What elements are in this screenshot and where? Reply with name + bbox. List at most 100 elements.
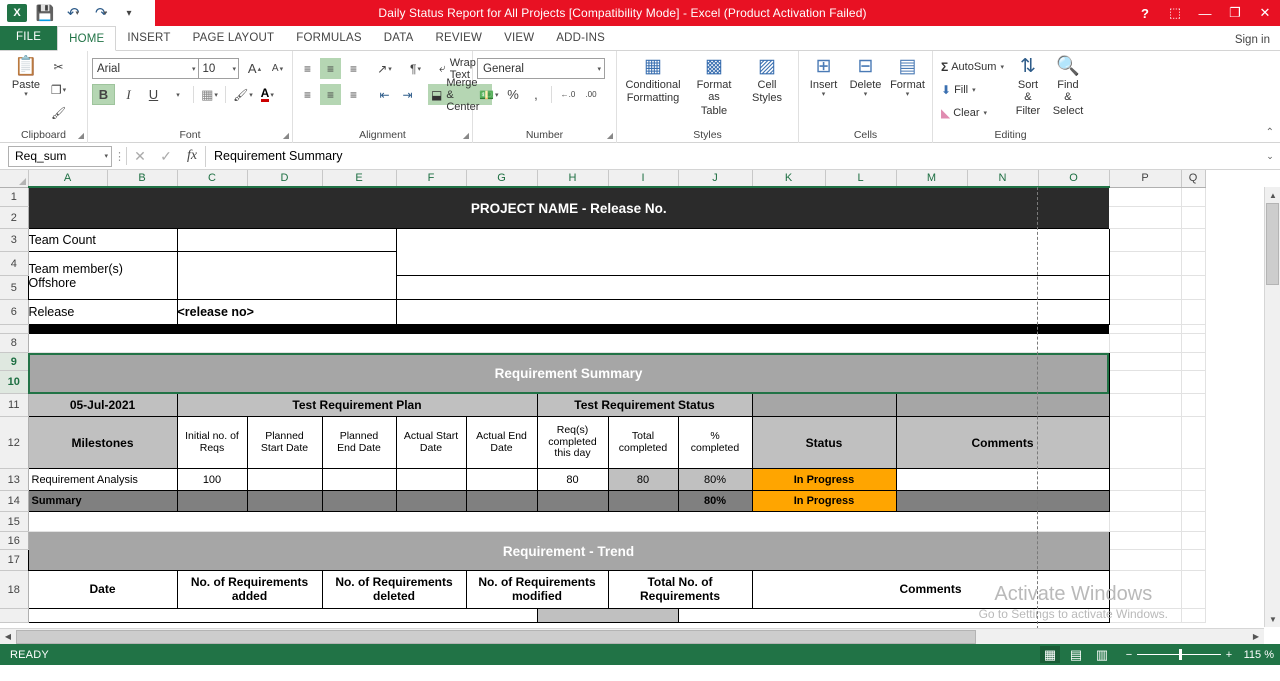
underline-dropdown[interactable]: ▾ bbox=[167, 84, 188, 105]
zoom-slider[interactable]: − + bbox=[1124, 649, 1234, 661]
trend-data-blank-right[interactable] bbox=[678, 609, 1109, 623]
row-total-completed[interactable]: 80 bbox=[608, 469, 678, 491]
status-group-blank[interactable] bbox=[752, 394, 896, 417]
cell-q2[interactable] bbox=[1181, 207, 1205, 229]
header-total-completed[interactable]: Total completed bbox=[608, 417, 678, 469]
accounting-format-button[interactable]: 💵▾ bbox=[477, 84, 500, 105]
vertical-scrollbar[interactable]: ▲ ▼ bbox=[1264, 187, 1280, 627]
zoom-in-button[interactable]: + bbox=[1224, 649, 1234, 661]
tab-review[interactable]: REVIEW bbox=[425, 26, 494, 50]
scroll-left-button[interactable]: ◀ bbox=[0, 629, 16, 645]
zoom-thumb[interactable] bbox=[1179, 649, 1182, 660]
tab-insert[interactable]: INSERT bbox=[116, 26, 181, 50]
cell-q19[interactable] bbox=[1181, 609, 1205, 623]
select-all-corner[interactable] bbox=[0, 170, 28, 187]
column-header-n[interactable]: N bbox=[967, 170, 1038, 187]
cell-p3[interactable] bbox=[1109, 229, 1181, 252]
clear-button[interactable]: ◣Clear▾ bbox=[937, 102, 1008, 123]
row-header-4[interactable]: 4 bbox=[0, 252, 28, 276]
header-actual-end[interactable]: Actual End Date bbox=[466, 417, 537, 469]
cell-p17[interactable] bbox=[1109, 550, 1181, 571]
view-normal-button[interactable]: ▦ bbox=[1040, 646, 1060, 663]
row-header-12[interactable]: 12 bbox=[0, 417, 28, 469]
info-right-blank-2[interactable] bbox=[396, 276, 1109, 300]
trend-header-deleted[interactable]: No. of Requirements deleted bbox=[322, 571, 466, 609]
row-status-badge[interactable]: In Progress bbox=[752, 469, 896, 491]
summary-planned-start[interactable] bbox=[247, 491, 322, 512]
row-reqs-this-day[interactable]: 80 bbox=[537, 469, 608, 491]
row-header-13[interactable]: 13 bbox=[0, 469, 28, 491]
row-header-3[interactable]: 3 bbox=[0, 229, 28, 252]
column-header-d[interactable]: D bbox=[247, 170, 322, 187]
view-page-break-button[interactable]: ▥ bbox=[1092, 646, 1112, 663]
column-header-e[interactable]: E bbox=[322, 170, 396, 187]
zoom-track[interactable] bbox=[1137, 654, 1221, 655]
row-header-10[interactable]: 10 bbox=[0, 371, 28, 394]
format-as-table-button[interactable]: ▩ Format as Table bbox=[685, 54, 743, 129]
summary-actual-end[interactable] bbox=[466, 491, 537, 512]
customize-qat-icon[interactable]: ▾ bbox=[116, 2, 142, 24]
horizontal-scroll-track[interactable] bbox=[16, 629, 1248, 645]
increase-font-size-button[interactable]: A▴ bbox=[244, 58, 265, 79]
clipboard-dialog-launcher[interactable]: ◢ bbox=[78, 131, 84, 140]
font-dialog-launcher[interactable]: ◢ bbox=[283, 131, 289, 140]
expand-formula-bar-button[interactable]: ⌄ bbox=[1260, 146, 1280, 167]
release-value[interactable]: <release no> bbox=[177, 300, 396, 325]
bold-button[interactable]: B bbox=[92, 84, 115, 105]
number-format-select[interactable]: General ▾ bbox=[477, 58, 605, 79]
blank-row-8[interactable] bbox=[28, 334, 1109, 353]
row-header-7[interactable] bbox=[0, 325, 28, 334]
italic-button[interactable]: I bbox=[117, 84, 140, 105]
cell-p15[interactable] bbox=[1109, 512, 1181, 532]
alignment-dialog-launcher[interactable]: ◢ bbox=[463, 131, 469, 140]
autosum-button[interactable]: ΣAutoSum▾ bbox=[937, 56, 1008, 77]
format-cells-button[interactable]: ▤ Format ▾ bbox=[887, 54, 928, 129]
font-name-input[interactable]: Arial ▾ bbox=[92, 58, 199, 79]
requirement-summary-title[interactable]: Requirement Summary bbox=[28, 353, 1109, 394]
summary-total-completed[interactable] bbox=[608, 491, 678, 512]
header-comments[interactable]: Comments bbox=[896, 417, 1109, 469]
row-header-8[interactable]: 8 bbox=[0, 334, 28, 353]
text-direction-button[interactable]: ¶▾ bbox=[405, 58, 426, 79]
cut-button[interactable]: ✂ bbox=[48, 56, 69, 77]
percent-format-button[interactable]: % bbox=[502, 84, 523, 105]
column-header-f[interactable]: F bbox=[396, 170, 466, 187]
summary-pct-completed[interactable]: 80% bbox=[678, 491, 752, 512]
row-header-11[interactable]: 11 bbox=[0, 394, 28, 417]
column-header-m[interactable]: M bbox=[896, 170, 967, 187]
trend-data-total-cell[interactable] bbox=[537, 609, 678, 623]
cell-p14[interactable] bbox=[1109, 491, 1181, 512]
row-header-1[interactable]: 1 bbox=[0, 187, 28, 207]
row-header-15[interactable]: 15 bbox=[0, 512, 28, 532]
cell-q9[interactable] bbox=[1181, 353, 1205, 371]
comma-format-button[interactable]: , bbox=[525, 84, 546, 105]
info-right-blank[interactable] bbox=[396, 229, 1109, 276]
restore-button[interactable]: ❐ bbox=[1220, 0, 1250, 26]
tab-page-layout[interactable]: PAGE LAYOUT bbox=[182, 26, 286, 50]
sign-in-link[interactable]: Sign in bbox=[1235, 34, 1270, 46]
tab-home[interactable]: HOME bbox=[57, 26, 116, 51]
cell-q10[interactable] bbox=[1181, 371, 1205, 394]
cell-q12[interactable] bbox=[1181, 417, 1205, 469]
fill-button[interactable]: ⬇Fill▾ bbox=[937, 79, 1008, 100]
paste-button[interactable]: 📋 Paste ▾ bbox=[4, 54, 48, 129]
underline-button[interactable]: U bbox=[142, 84, 165, 105]
blank-row-15[interactable] bbox=[28, 512, 1109, 532]
formula-input[interactable]: Requirement Summary bbox=[205, 146, 1260, 167]
row-header-18[interactable]: 18 bbox=[0, 571, 28, 609]
decrease-font-size-button[interactable]: A▾ bbox=[267, 58, 288, 79]
cell-q16[interactable] bbox=[1181, 532, 1205, 550]
cell-q11[interactable] bbox=[1181, 394, 1205, 417]
zoom-out-button[interactable]: − bbox=[1124, 649, 1134, 661]
cell-q15[interactable] bbox=[1181, 512, 1205, 532]
row-header-5[interactable]: 5 bbox=[0, 276, 28, 300]
header-planned-end[interactable]: Planned End Date bbox=[322, 417, 396, 469]
insert-function-button[interactable]: fx bbox=[179, 146, 205, 167]
cell-p13[interactable] bbox=[1109, 469, 1181, 491]
summary-comments[interactable] bbox=[896, 491, 1109, 512]
summary-reqs-this-day[interactable] bbox=[537, 491, 608, 512]
header-actual-start[interactable]: Actual Start Date bbox=[396, 417, 466, 469]
report-date[interactable]: 05-Jul-2021 bbox=[28, 394, 177, 417]
scroll-up-button[interactable]: ▲ bbox=[1265, 187, 1280, 203]
trend-header-date[interactable]: Date bbox=[28, 571, 177, 609]
